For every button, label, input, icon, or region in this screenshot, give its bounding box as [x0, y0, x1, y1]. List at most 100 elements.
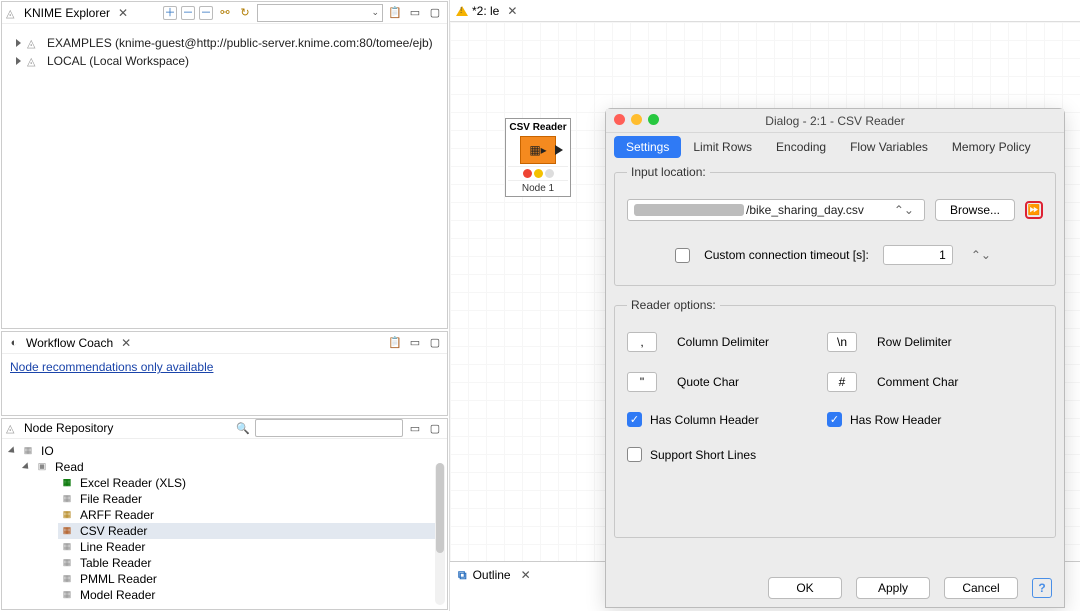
maximize-icon[interactable]: ▢	[427, 5, 443, 21]
minimize-icon[interactable]: ▭	[407, 420, 423, 436]
browse-button[interactable]: Browse...	[935, 199, 1015, 221]
scrollbar[interactable]	[435, 463, 445, 605]
output-port-icon[interactable]	[555, 145, 563, 155]
close-icon[interactable]: ✕	[503, 4, 521, 18]
has-row-header-checkbox[interactable]	[827, 412, 842, 427]
dialog-tab[interactable]: Memory Policy	[940, 136, 1043, 158]
expand-icon[interactable]	[22, 462, 31, 471]
folder-icon: ▦	[21, 445, 35, 456]
custom-timeout-input[interactable]	[883, 245, 953, 265]
repo-folder-label: IO	[41, 444, 54, 458]
explorer-icon	[6, 6, 20, 20]
folder-icon: ▣	[35, 461, 49, 472]
reader-icon: ▦	[60, 589, 74, 600]
filter-dropdown[interactable]: ⌄	[257, 4, 383, 22]
maximize-icon[interactable]: ▢	[427, 335, 443, 351]
scrollbar-thumb[interactable]	[436, 463, 444, 553]
server-icon	[27, 36, 41, 50]
repo-search-input[interactable]	[255, 419, 403, 437]
clipboard-icon[interactable]: 📋	[387, 335, 403, 351]
collapse-all-icon[interactable]: －	[181, 6, 195, 20]
status-green-icon	[545, 169, 554, 178]
repo-folder-io[interactable]: ▦ IO	[8, 443, 441, 459]
repo-item-label: File Reader	[80, 492, 142, 506]
window-close-icon[interactable]	[614, 114, 625, 125]
custom-timeout-label: Custom connection timeout [s]:	[704, 248, 869, 262]
clipboard-icon[interactable]: 📋	[387, 5, 403, 21]
comment-char-input[interactable]	[827, 372, 857, 392]
dialog-titlebar[interactable]: Dialog - 2:1 - CSV Reader	[606, 109, 1064, 133]
custom-timeout-checkbox[interactable]	[675, 248, 690, 263]
input-location-legend: Input location:	[627, 165, 710, 179]
repo-item[interactable]: ▦Line Reader	[58, 539, 441, 555]
dialog-tab[interactable]: Settings	[614, 136, 681, 158]
repo-item[interactable]: ▦ File Reader	[58, 491, 441, 507]
repo-item[interactable]: ▦Model Reader	[58, 587, 441, 603]
canvas-tab-label[interactable]: *2: le	[472, 4, 499, 18]
reader-options-legend: Reader options:	[627, 298, 720, 312]
expand-icon[interactable]	[8, 446, 17, 455]
has-row-header-label: Has Row Header	[850, 413, 941, 427]
column-delimiter-input[interactable]	[627, 332, 657, 352]
stepper-icon[interactable]: ⌃⌄	[967, 248, 995, 262]
quote-char-label: Quote Char	[677, 375, 817, 389]
reader-icon: ▦	[60, 541, 74, 552]
repo-item[interactable]: ▦ARFF Reader	[58, 507, 441, 523]
quote-char-input[interactable]	[627, 372, 657, 392]
reader-icon: ▦	[60, 493, 74, 504]
has-column-header-checkbox[interactable]	[627, 412, 642, 427]
repo-item[interactable]: ▦ Excel Reader (XLS)	[58, 475, 441, 491]
status-yellow-icon	[534, 169, 543, 178]
repo-item[interactable]: ▦Table Reader	[58, 555, 441, 571]
repo-folder-read[interactable]: ▣ Read	[22, 459, 441, 475]
chevron-updown-icon[interactable]: ⌃⌄	[890, 203, 918, 217]
coach-recommendation-link[interactable]: Node recommendations only available	[10, 360, 213, 374]
expand-all-icon[interactable]: ＋	[163, 6, 177, 20]
refresh-icon[interactable]: ↻	[237, 5, 253, 21]
maximize-icon[interactable]: ▢	[427, 420, 443, 436]
row-delimiter-input[interactable]	[827, 332, 857, 352]
support-short-lines-checkbox[interactable]	[627, 447, 642, 462]
expand-icon[interactable]	[16, 39, 21, 47]
file-path-combo[interactable]: /bike_sharing_day.csv ⌃⌄	[627, 199, 925, 221]
coach-icon: ◐	[6, 335, 22, 351]
dialog-tab[interactable]: Limit Rows	[681, 136, 764, 158]
minimize-icon[interactable]: ▭	[407, 5, 423, 21]
expand-icon[interactable]	[16, 57, 21, 65]
repo-item[interactable]: ▦CSV Reader	[58, 523, 441, 539]
warning-icon	[456, 6, 468, 16]
dialog-tab[interactable]: Encoding	[764, 136, 838, 158]
dialog-tab[interactable]: Flow Variables	[838, 136, 940, 158]
collapse-icon[interactable]: －	[199, 6, 213, 20]
csv-reader-node[interactable]: CSV Reader ▦▸ Node 1	[505, 118, 571, 197]
csv-reader-dialog: Dialog - 2:1 - CSV Reader SettingsLimit …	[605, 108, 1065, 608]
link-icon[interactable]: ⚯	[217, 5, 233, 21]
window-minimize-icon[interactable]	[631, 114, 642, 125]
apply-button[interactable]: Apply	[856, 577, 930, 599]
support-short-lines-label: Support Short Lines	[650, 448, 756, 462]
node-label: Node 1	[508, 183, 568, 194]
repo-icon	[6, 421, 20, 435]
close-icon[interactable]: ✕	[117, 336, 135, 350]
search-icon[interactable]: 🔍	[235, 420, 251, 436]
minimize-icon[interactable]: ▭	[407, 335, 423, 351]
cancel-button[interactable]: Cancel	[944, 577, 1018, 599]
close-icon[interactable]: ✕	[114, 6, 132, 20]
dialog-title: Dialog - 2:1 - CSV Reader	[765, 114, 904, 128]
reader-icon: ▦	[60, 477, 74, 488]
tree-item-examples[interactable]: EXAMPLES (knime-guest@http://public-serv…	[16, 34, 433, 52]
row-delimiter-label: Row Delimiter	[877, 335, 1017, 349]
ok-button[interactable]: OK	[768, 577, 842, 599]
node-repository-panel: Node Repository 🔍 ▭ ▢ ▦ IO ▣ Read ▦Ex	[1, 418, 448, 610]
reader-icon: ▦	[60, 573, 74, 584]
coach-title: Workflow Coach	[26, 336, 113, 350]
help-button[interactable]: ?	[1032, 578, 1052, 598]
comment-char-label: Comment Char	[877, 375, 1017, 389]
timeout-icon[interactable]: ⏩	[1025, 201, 1043, 219]
tree-item-local[interactable]: LOCAL (Local Workspace)	[16, 52, 433, 70]
knime-explorer-panel: KNIME Explorer ✕ ＋ － － ⚯ ↻ ⌄ 📋 ▭ ▢	[1, 1, 448, 329]
window-zoom-icon[interactable]	[648, 114, 659, 125]
close-icon[interactable]: ✕	[517, 568, 535, 582]
repo-item-label: Excel Reader (XLS)	[80, 476, 186, 490]
repo-item[interactable]: ▦PMML Reader	[58, 571, 441, 587]
